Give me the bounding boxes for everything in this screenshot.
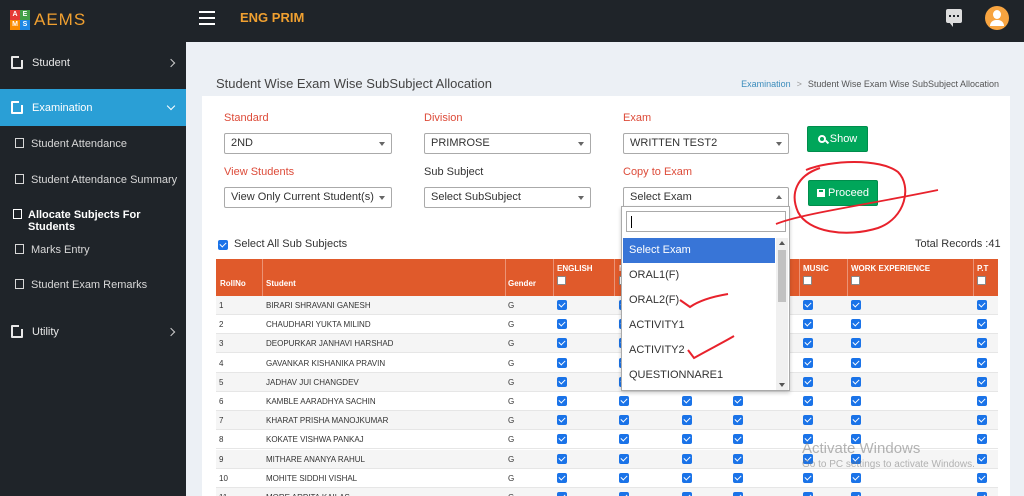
annotation-stroke xyxy=(775,189,939,225)
windows-watermark: Activate Windows Go to PC settings to ac… xyxy=(802,440,975,470)
annotation-tick xyxy=(687,335,735,360)
annotation-circle xyxy=(793,161,907,234)
annotation-overlay xyxy=(679,161,939,360)
annotation-tick xyxy=(679,293,729,309)
watermark-subtitle: Go to PC settings to activate Windows. xyxy=(802,459,975,470)
watermark-title: Activate Windows xyxy=(802,440,921,457)
